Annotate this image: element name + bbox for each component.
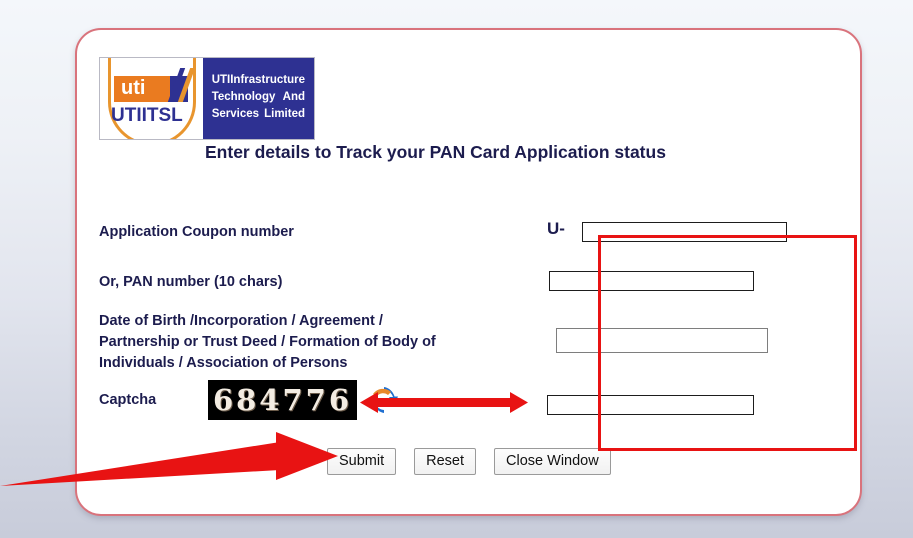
logo-name-word: Technology (211, 91, 276, 103)
logo-name-word: Services (211, 108, 260, 120)
logo-uti-text: uti (121, 77, 146, 99)
pan-number-input[interactable] (549, 271, 754, 291)
refresh-icon[interactable] (369, 385, 399, 415)
logo-name-word: Infrastructure (230, 74, 305, 86)
label-dob-line-3: Individuals / Association of Persons (99, 355, 348, 371)
reset-button[interactable]: Reset (414, 448, 477, 475)
submit-button[interactable]: Submit (327, 448, 397, 475)
logo-name-line-2: Technology And (212, 89, 305, 106)
logo-company-name: UTI Infrastructure Technology And Servic… (202, 58, 314, 139)
logo-name-word: Limited (264, 108, 305, 120)
coupon-prefix-label: U- (547, 219, 565, 238)
logo-utiitsl-text: UTIITSL (111, 105, 183, 126)
logo-name-word: UTI (211, 74, 231, 86)
captcha-input[interactable] (547, 395, 754, 415)
label-pan-number: Or, PAN number (10 chars) (99, 274, 283, 290)
logo-name-line-1: UTI Infrastructure (212, 72, 305, 89)
logo-mark: uti UTIITSL (100, 58, 203, 139)
form-card: uti UTIITSL UTI Infrastructure Technolog… (75, 28, 862, 516)
label-captcha: Captcha (99, 392, 157, 408)
label-dob-line-2: Partnership or Trust Deed / Formation of… (99, 334, 436, 350)
captcha-image: 684776 (208, 380, 357, 420)
utiitsl-logo: uti UTIITSL UTI Infrastructure Technolog… (99, 57, 315, 140)
label-dob-line-1: Date of Birth /Incorporation / Agreement… (99, 313, 383, 329)
page-title: Enter details to Track your PAN Card App… (205, 142, 666, 162)
label-date-of-birth: Date of Birth /Incorporation / Agreement… (99, 311, 519, 374)
logo-uti-box: uti (114, 76, 170, 102)
close-window-button[interactable]: Close Window (494, 448, 611, 475)
logo-name-line-3: Services Limited (212, 106, 305, 123)
date-of-birth-input[interactable] (556, 328, 768, 353)
application-coupon-number-input[interactable] (582, 222, 787, 242)
button-row: Submit Reset Close Window (327, 448, 611, 475)
label-application-coupon-number: Application Coupon number (99, 224, 294, 240)
logo-name-word: And (282, 91, 305, 103)
